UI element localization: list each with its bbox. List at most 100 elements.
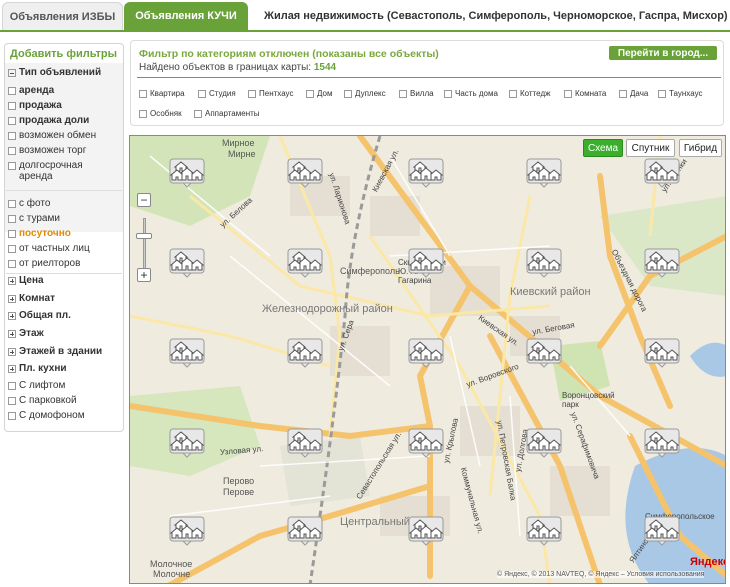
group-floor[interactable]: Этаж — [8, 328, 44, 339]
category-penthouse[interactable]: Пентхаус — [248, 89, 293, 98]
property-cluster-marker[interactable] — [408, 428, 444, 458]
checkbox[interactable] — [139, 109, 147, 118]
zoom-slider-handle[interactable] — [136, 233, 152, 239]
checkbox[interactable] — [8, 132, 16, 140]
checkbox[interactable] — [619, 89, 627, 98]
expand-icon[interactable] — [8, 295, 16, 303]
yandex-logo[interactable]: Яндекс — [690, 556, 725, 568]
checkbox[interactable] — [194, 109, 202, 118]
property-cluster-marker[interactable] — [169, 158, 205, 188]
property-cluster-marker[interactable] — [644, 158, 680, 188]
checkbox[interactable] — [8, 102, 16, 110]
property-cluster-marker[interactable] — [287, 158, 323, 188]
property-cluster-marker[interactable] — [287, 516, 323, 546]
property-cluster-marker[interactable] — [408, 516, 444, 546]
property-cluster-marker[interactable] — [408, 338, 444, 368]
checkbox[interactable] — [8, 87, 16, 95]
checkbox[interactable] — [8, 162, 16, 170]
checkbox[interactable] — [658, 89, 666, 98]
checkbox[interactable] — [8, 245, 16, 253]
property-cluster-marker[interactable] — [169, 338, 205, 368]
checkbox[interactable] — [8, 200, 16, 208]
property-cluster-marker[interactable] — [526, 428, 562, 458]
expand-icon[interactable] — [8, 348, 16, 356]
from-private[interactable]: от частных лиц — [8, 243, 90, 254]
from-realtors[interactable]: от риелторов — [8, 258, 80, 269]
expand-icon[interactable] — [8, 330, 16, 338]
add-filters-title[interactable]: Добавить фильтры — [10, 48, 117, 60]
category-part-of-house[interactable]: Часть дома — [444, 89, 498, 98]
with-tours[interactable]: с турами — [8, 213, 60, 224]
property-cluster-marker[interactable] — [169, 248, 205, 278]
tab-kuchi-ads[interactable]: Объявления КУЧИ — [124, 2, 248, 30]
checkbox[interactable] — [139, 89, 147, 98]
property-cluster-marker[interactable] — [644, 516, 680, 546]
property-cluster-marker[interactable] — [287, 428, 323, 458]
group-floors-in-building[interactable]: Этажей в здании — [8, 346, 102, 357]
category-house[interactable]: Дом — [306, 89, 332, 98]
with-photo[interactable]: с фото — [8, 198, 50, 209]
checkbox[interactable] — [564, 89, 572, 98]
map-copyright[interactable]: © Яндекс, © 2013 NAVTEQ, © Яндекс – Усло… — [497, 571, 705, 578]
type-bargain[interactable]: возможен торг — [8, 145, 86, 156]
type-sale[interactable]: продажа — [8, 100, 62, 111]
property-cluster-marker[interactable] — [169, 428, 205, 458]
map-view[interactable]: Схема Спутник Гибрид − + Железнодорожный… — [129, 135, 726, 584]
property-cluster-marker[interactable] — [644, 248, 680, 278]
type-exchange[interactable]: возможен обмен — [8, 130, 96, 141]
zoom-out-button[interactable]: − — [137, 193, 151, 207]
category-room[interactable]: Комната — [564, 89, 606, 98]
category-studio[interactable]: Студия — [198, 89, 236, 98]
checkbox[interactable] — [8, 230, 16, 238]
group-rooms[interactable]: Комнат — [8, 293, 55, 304]
daily-rent[interactable]: посуточно — [8, 228, 71, 239]
property-cluster-marker[interactable] — [408, 158, 444, 188]
checkbox[interactable] — [8, 147, 16, 155]
category-villa[interactable]: Вилла — [399, 89, 434, 98]
type-group-header[interactable]: Тип объявлений — [8, 67, 101, 78]
collapse-icon[interactable] — [8, 69, 16, 77]
checkbox[interactable] — [8, 397, 16, 405]
property-cluster-marker[interactable] — [408, 248, 444, 278]
checkbox[interactable] — [248, 89, 256, 98]
type-long-term-rent[interactable]: долгосрочная аренда — [8, 160, 118, 182]
expand-icon[interactable] — [8, 312, 16, 320]
checkbox[interactable] — [509, 89, 517, 98]
checkbox[interactable] — [198, 89, 206, 98]
checkbox[interactable] — [8, 412, 16, 420]
with-parking[interactable]: С парковкой — [8, 395, 77, 406]
property-cluster-marker[interactable] — [644, 428, 680, 458]
expand-icon[interactable] — [8, 365, 16, 373]
group-kitchen-area[interactable]: Пл. кухни — [8, 363, 67, 374]
with-elevator[interactable]: С лифтом — [8, 380, 65, 391]
with-intercom[interactable]: С домофоном — [8, 410, 85, 421]
property-cluster-marker[interactable] — [526, 158, 562, 188]
category-apartment[interactable]: Квартира — [139, 89, 185, 98]
category-townhouse[interactable]: Таунхаус — [658, 89, 702, 98]
property-cluster-marker[interactable] — [287, 248, 323, 278]
category-mansion[interactable]: Особняк — [139, 109, 182, 118]
property-cluster-marker[interactable] — [287, 338, 323, 368]
checkbox[interactable] — [306, 89, 314, 98]
go-to-city-button[interactable]: Перейти в город... — [609, 46, 717, 60]
property-cluster-marker[interactable] — [526, 248, 562, 278]
type-share-sale[interactable]: продажа доли — [8, 115, 89, 126]
zoom-in-button[interactable]: + — [137, 268, 151, 282]
checkbox[interactable] — [8, 260, 16, 268]
category-dacha[interactable]: Дача — [619, 89, 648, 98]
checkbox[interactable] — [8, 382, 16, 390]
group-price[interactable]: Цена — [8, 275, 44, 286]
property-cluster-marker[interactable] — [169, 516, 205, 546]
checkbox[interactable] — [8, 215, 16, 223]
property-cluster-marker[interactable] — [644, 338, 680, 368]
map-type-satellite-button[interactable]: Спутник — [626, 139, 675, 157]
checkbox[interactable] — [444, 89, 452, 98]
category-apartments[interactable]: Аппартаменты — [194, 109, 260, 118]
checkbox[interactable] — [399, 89, 407, 98]
tab-izby-ads[interactable]: Объявления ИЗБЫ — [2, 2, 123, 30]
checkbox[interactable] — [344, 89, 352, 98]
group-total-area[interactable]: Общая пл. — [8, 310, 71, 321]
expand-icon[interactable] — [8, 277, 16, 285]
map-type-hybrid-button[interactable]: Гибрид — [679, 139, 722, 157]
property-cluster-marker[interactable] — [526, 338, 562, 368]
